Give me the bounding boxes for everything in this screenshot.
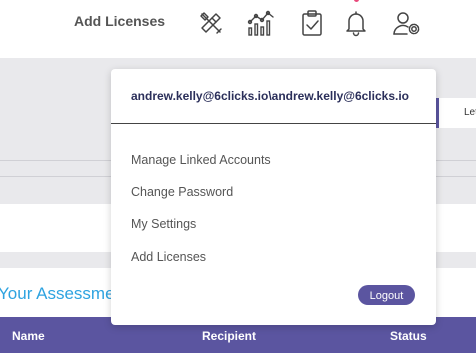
- user-dropdown-menu: andrew.kelly@6clicks.io\andrew.kelly@6cl…: [111, 69, 436, 325]
- top-header: Add Licenses: [0, 0, 476, 58]
- side-panel-label: Let: [464, 107, 476, 118]
- menu-item-my-settings[interactable]: My Settings: [131, 217, 196, 231]
- column-header-recipient[interactable]: Recipient: [202, 329, 256, 343]
- user-settings-icon[interactable]: [391, 8, 421, 38]
- account-name: andrew.kelly@6clicks.io\andrew.kelly@6cl…: [131, 89, 409, 103]
- menu-item-manage-linked-accounts[interactable]: Manage Linked Accounts: [131, 153, 271, 167]
- bell-icon[interactable]: [341, 8, 371, 38]
- column-header-status[interactable]: Status: [390, 329, 427, 343]
- menu-item-add-licenses[interactable]: Add Licenses: [131, 250, 206, 264]
- menu-item-change-password[interactable]: Change Password: [131, 185, 233, 199]
- logout-button[interactable]: Logout: [358, 285, 415, 305]
- analytics-chart-icon[interactable]: [246, 8, 276, 38]
- add-licenses-link[interactable]: Add Licenses: [74, 13, 165, 29]
- column-header-name[interactable]: Name: [12, 329, 45, 343]
- dropdown-divider: [111, 123, 436, 124]
- tools-icon[interactable]: [196, 8, 226, 38]
- clipboard-check-icon[interactable]: [297, 8, 327, 38]
- side-panel-box[interactable]: Let: [436, 98, 476, 128]
- notification-indicator: [354, 0, 359, 2]
